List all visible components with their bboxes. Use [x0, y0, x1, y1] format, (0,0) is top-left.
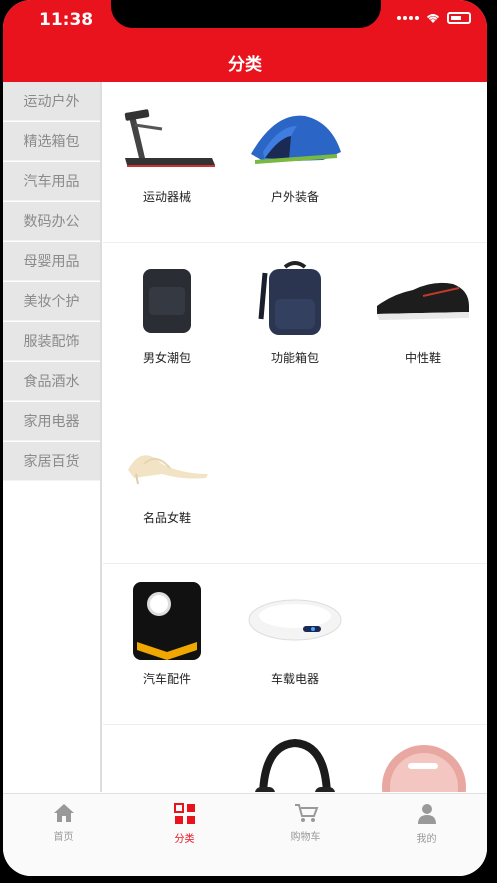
category-item-functional-bags[interactable]: 功能箱包 — [231, 243, 359, 403]
status-time: 11:38 — [39, 10, 94, 30]
treadmill-icon — [113, 94, 221, 182]
category-section: 男女潮包 功能箱包 中性鞋 名品女鞋 — [103, 243, 487, 564]
category-label: 中性鞋 — [404, 351, 441, 365]
category-item[interactable] — [231, 725, 359, 792]
category-item-designer-womens-shoes[interactable]: 名品女鞋 — [103, 403, 231, 563]
category-section — [103, 725, 487, 792]
device-icon — [113, 765, 221, 792]
cart-icon — [294, 804, 318, 822]
sidebar-item-food[interactable]: 食品酒水 — [3, 362, 100, 401]
category-sidebar: 运动户外 精选箱包 汽车用品 数码办公 母婴用品 美妆个护 服装配饰 食品酒水 … — [3, 82, 102, 792]
notch — [111, 0, 381, 28]
category-label: 名品女鞋 — [142, 511, 191, 525]
category-icon — [173, 803, 195, 824]
robot-vacuum-icon — [369, 735, 477, 792]
category-label: 功能箱包 — [270, 351, 319, 365]
tab-bar: 首页 分类 购物车 我的 — [3, 793, 487, 876]
category-label: 车载电器 — [270, 672, 319, 686]
tab-label: 首页 — [53, 832, 74, 843]
sidebar-item-appliances[interactable]: 家用电器 — [3, 402, 100, 441]
category-item-car-parts[interactable]: 汽车配件 — [103, 564, 231, 724]
sidebar-item-auto[interactable]: 汽车用品 — [3, 162, 100, 201]
phone-frame: 11:38 分类 运动户外 精选箱包 汽车用品 数码办公 母婴用品 美妆个护 服… — [0, 0, 497, 883]
category-item[interactable] — [103, 725, 231, 792]
tab-label: 分类 — [174, 834, 195, 845]
category-item-unisex-shoes[interactable]: 中性鞋 — [359, 243, 487, 403]
category-item-fitness[interactable]: 运动器械 — [103, 82, 231, 242]
top-bar: 11:38 分类 — [3, 0, 487, 82]
category-content: 运动器械 户外装备 男女潮包 功能箱包 中性鞋 名品女鞋 汽车配件 车载电器 — [103, 82, 487, 792]
sidebar-item-home[interactable]: 家居百货 — [3, 442, 100, 481]
tab-label: 我的 — [416, 834, 437, 845]
profile-icon — [417, 804, 436, 824]
battery-icon — [447, 12, 471, 24]
category-item[interactable] — [359, 725, 487, 792]
signal-icon — [397, 16, 419, 20]
status-icons — [397, 12, 471, 24]
tab-category[interactable]: 分类 — [124, 794, 245, 876]
sidebar-item-apparel[interactable]: 服装配饰 — [3, 322, 100, 361]
category-section: 运动器械 户外装备 — [103, 82, 487, 243]
tent-icon — [241, 94, 349, 182]
wifi-icon — [426, 14, 440, 23]
app-screen: 11:38 分类 运动户外 精选箱包 汽车用品 数码办公 母婴用品 美妆个护 服… — [3, 0, 487, 876]
category-label: 男女潮包 — [142, 351, 191, 365]
tab-cart[interactable]: 购物车 — [245, 794, 366, 876]
sidebar-item-bags[interactable]: 精选箱包 — [3, 122, 100, 161]
sidebar-item-beauty[interactable]: 美妆个护 — [3, 282, 100, 321]
sidebar-item-baby[interactable]: 母婴用品 — [3, 242, 100, 281]
category-item-fashion-bags[interactable]: 男女潮包 — [103, 243, 231, 403]
category-label: 汽车配件 — [142, 672, 191, 686]
category-label: 运动器械 — [142, 190, 191, 204]
car-purifier-icon — [241, 576, 349, 664]
air-pump-icon — [113, 576, 221, 664]
category-item-car-electronics[interactable]: 车载电器 — [231, 564, 359, 724]
home-icon — [53, 804, 74, 822]
sneaker-icon — [369, 255, 477, 343]
headphones-icon — [241, 733, 349, 792]
category-label: 户外装备 — [270, 190, 319, 204]
category-item-outdoor[interactable]: 户外装备 — [231, 82, 359, 242]
category-section: 汽车配件 车载电器 — [103, 564, 487, 725]
tab-label: 购物车 — [290, 832, 321, 843]
heels-icon — [113, 415, 221, 503]
backpack-icon — [241, 255, 349, 343]
tab-profile[interactable]: 我的 — [366, 794, 487, 876]
tab-home[interactable]: 首页 — [3, 794, 124, 876]
sidebar-item-sports[interactable]: 运动户外 — [3, 82, 100, 121]
bag-icon — [113, 255, 221, 343]
sidebar-item-digital[interactable]: 数码办公 — [3, 202, 100, 241]
page-title: 分类 — [228, 55, 262, 75]
